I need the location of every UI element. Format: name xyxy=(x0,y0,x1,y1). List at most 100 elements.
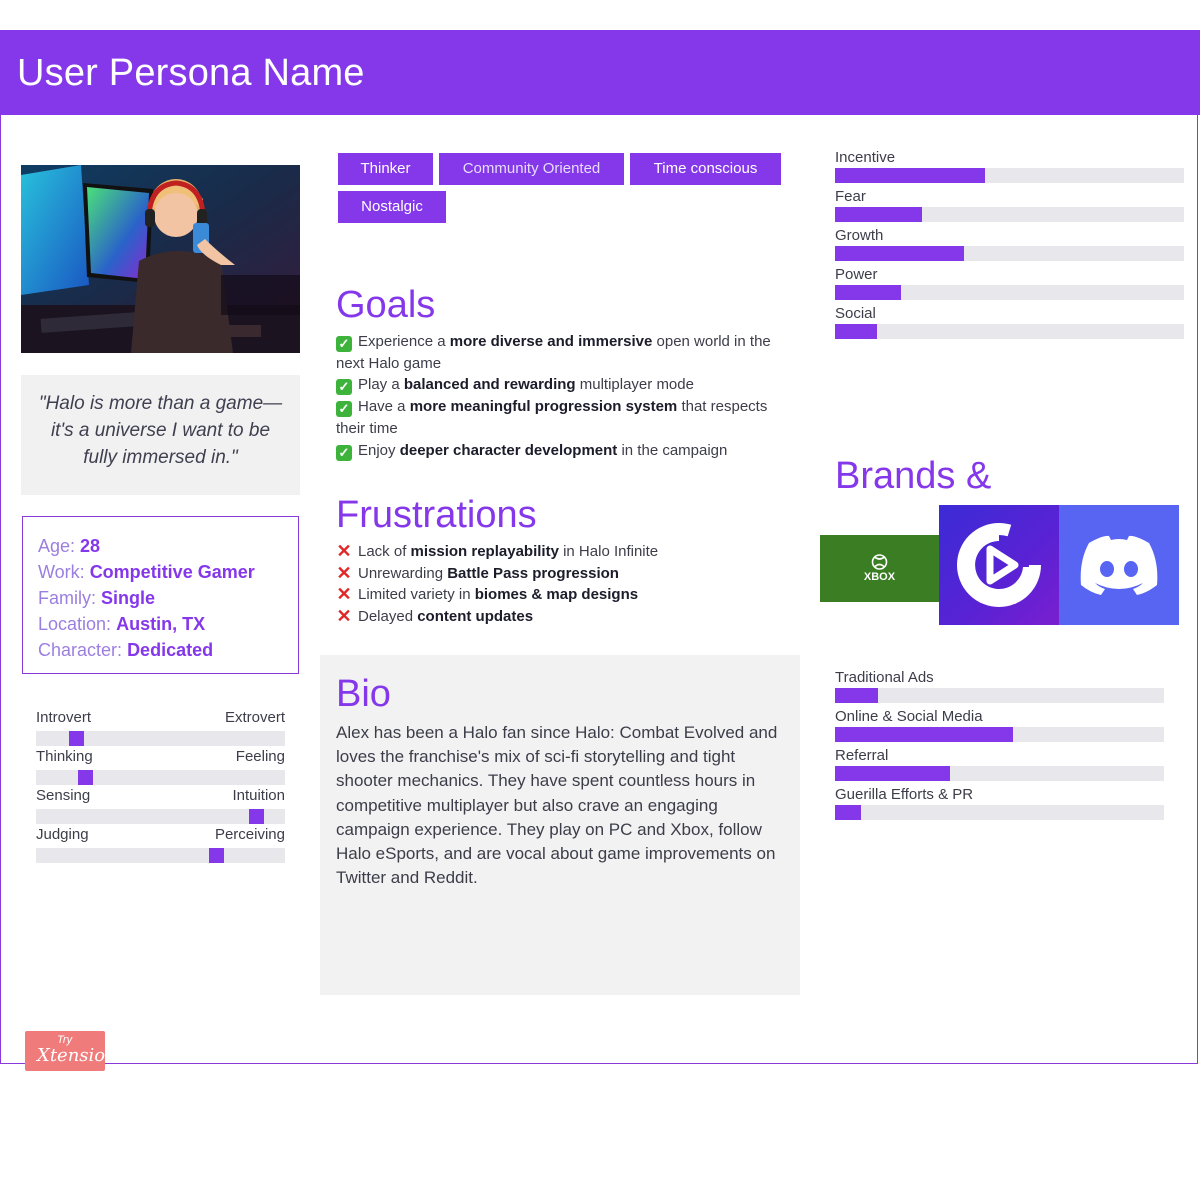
badge-brand-label: Xtensio xyxy=(37,1045,106,1066)
info-row-character: Character: Dedicated xyxy=(38,637,283,663)
frustrations-heading[interactable]: Frustrations xyxy=(336,494,537,537)
bar-fill[interactable] xyxy=(835,168,985,183)
motivation-bar: Incentive xyxy=(835,149,1184,188)
bar-fill[interactable] xyxy=(835,766,950,781)
persona-quote[interactable]: "Halo is more than a game—it's a univers… xyxy=(35,390,286,471)
motivation-bar: Power xyxy=(835,266,1184,305)
bar-track[interactable] xyxy=(835,688,1164,703)
goals-list: ✓ Experience a more diverse and immersive… xyxy=(336,331,786,461)
frustration-item[interactable]: ✕ Limited variety in biomes & map designs xyxy=(336,584,786,606)
info-row-age: Age: 28 xyxy=(38,533,283,559)
check-icon: ✓ xyxy=(336,401,352,418)
channel-bar: Online & Social Media xyxy=(835,708,1164,747)
goal-item[interactable]: ✓ Have a more meaningful progression syst… xyxy=(336,396,786,439)
brands-heading[interactable]: Brands & xyxy=(835,455,991,498)
slider-sensing-intuition: Sensing Intuition xyxy=(36,787,285,826)
info-value[interactable]: Austin, TX xyxy=(116,614,205,634)
xbox-wordmark: XBOX xyxy=(864,571,896,583)
slider-right-label: Intuition xyxy=(232,787,285,804)
check-icon: ✓ xyxy=(336,444,352,461)
bar-fill[interactable] xyxy=(835,207,922,222)
bar-fill[interactable] xyxy=(835,324,877,339)
bar-label: Power xyxy=(835,266,878,283)
slider-handle[interactable] xyxy=(249,809,264,824)
channel-bars: Traditional Ads Online & Social Media Re… xyxy=(835,669,1164,825)
motivation-bar: Growth xyxy=(835,227,1184,266)
tag-chip[interactable]: Community Oriented xyxy=(439,153,624,185)
cross-icon: ✕ xyxy=(336,562,352,583)
slider-right-label: Perceiving xyxy=(214,826,285,843)
try-xtensio-badge[interactable]: Try Xtensio xyxy=(25,1031,105,1071)
motivation-bar: Social xyxy=(835,305,1184,344)
cross-icon: ✕ xyxy=(336,584,352,605)
frustration-item[interactable]: ✕ Unrewarding Battle Pass progression xyxy=(336,563,786,585)
info-label: Age: xyxy=(38,536,76,556)
bar-fill[interactable] xyxy=(835,246,964,261)
slider-handle[interactable] xyxy=(78,770,93,785)
xbox-logo[interactable]: XBOX xyxy=(820,535,939,602)
info-card: Age: 28 Work: Competitive Gamer Family: … xyxy=(22,516,299,674)
bar-label: Online & Social Media xyxy=(835,708,983,725)
bar-label: Incentive xyxy=(835,149,896,166)
persona-name[interactable]: User Persona Name xyxy=(17,52,365,95)
slider-introvert-extrovert: Introvert Extrovert xyxy=(36,709,285,748)
goal-item[interactable]: ✓ Play a balanced and rewarding multiplay… xyxy=(336,374,786,396)
info-row-family: Family: Single xyxy=(38,585,283,611)
info-value[interactable]: 28 xyxy=(80,536,100,556)
persona-photo[interactable] xyxy=(21,165,300,353)
motivation-bar: Fear xyxy=(835,188,1184,227)
bar-fill[interactable] xyxy=(835,688,878,703)
personality-sliders: Introvert Extrovert Thinking Feeling Sen… xyxy=(36,709,285,865)
bar-fill[interactable] xyxy=(835,285,901,300)
goal-item[interactable]: ✓ Enjoy deeper character development in t… xyxy=(336,440,786,462)
info-row-work: Work: Competitive Gamer xyxy=(38,559,283,585)
slider-left-label: Sensing xyxy=(36,787,91,804)
bar-track[interactable] xyxy=(835,324,1184,339)
info-label: Family: xyxy=(38,588,96,608)
bio-text[interactable]: Alex has been a Halo fan since Halo: Com… xyxy=(336,721,786,890)
info-value[interactable]: Competitive Gamer xyxy=(90,562,255,582)
tag-chip[interactable]: Thinker xyxy=(338,153,433,185)
frustration-item[interactable]: ✕ Lack of mission replayability in Halo I… xyxy=(336,541,786,563)
slider-right-label: Extrovert xyxy=(224,709,285,726)
frustrations-list: ✕ Lack of mission replayability in Halo I… xyxy=(336,541,786,628)
motivation-bars: Incentive Fear Growth Power Social xyxy=(835,149,1184,344)
slider-left-label: Introvert xyxy=(36,709,92,726)
slider-thinking-feeling: Thinking Feeling xyxy=(36,748,285,787)
tag-chip[interactable]: Nostalgic xyxy=(338,191,446,223)
slider-handle[interactable] xyxy=(69,731,84,746)
bar-fill[interactable] xyxy=(835,805,861,820)
bar-fill[interactable] xyxy=(835,727,1013,742)
info-value[interactable]: Single xyxy=(101,588,155,608)
bar-label: Referral xyxy=(835,747,889,764)
slider-track[interactable] xyxy=(36,848,285,863)
info-value[interactable]: Dedicated xyxy=(127,640,213,660)
bio-panel: Bio Alex has been a Halo fan since Halo:… xyxy=(320,655,800,995)
slider-handle[interactable] xyxy=(209,848,224,863)
slider-right-label: Feeling xyxy=(235,748,285,765)
bio-heading[interactable]: Bio xyxy=(336,673,391,716)
tag-chip[interactable]: Time conscious xyxy=(630,153,781,185)
goals-heading[interactable]: Goals xyxy=(336,284,435,327)
elgato-logo[interactable] xyxy=(939,505,1059,625)
slider-track[interactable] xyxy=(36,809,285,824)
slider-judging-perceiving: Judging Perceiving xyxy=(36,826,285,865)
check-icon: ✓ xyxy=(336,379,352,396)
slider-track[interactable] xyxy=(36,770,285,785)
bar-label: Traditional Ads xyxy=(835,669,934,686)
info-label: Location: xyxy=(38,614,112,634)
goal-item[interactable]: ✓ Experience a more diverse and immersive… xyxy=(336,331,786,374)
frustration-item[interactable]: ✕ Delayed content updates xyxy=(336,606,786,628)
check-icon: ✓ xyxy=(336,336,352,352)
bar-track[interactable] xyxy=(835,805,1164,820)
info-row-location: Location: Austin, TX xyxy=(38,611,283,637)
slider-left-label: Thinking xyxy=(36,748,93,765)
cross-icon: ✕ xyxy=(336,606,352,627)
bar-label: Guerilla Efforts & PR xyxy=(835,786,974,803)
header-bar: User Persona Name xyxy=(0,30,1200,115)
cross-icon: ✕ xyxy=(336,541,352,561)
bar-label: Social xyxy=(835,305,876,322)
discord-logo[interactable] xyxy=(1059,505,1179,625)
channel-bar: Guerilla Efforts & PR xyxy=(835,786,1164,825)
bar-label: Growth xyxy=(835,227,884,244)
